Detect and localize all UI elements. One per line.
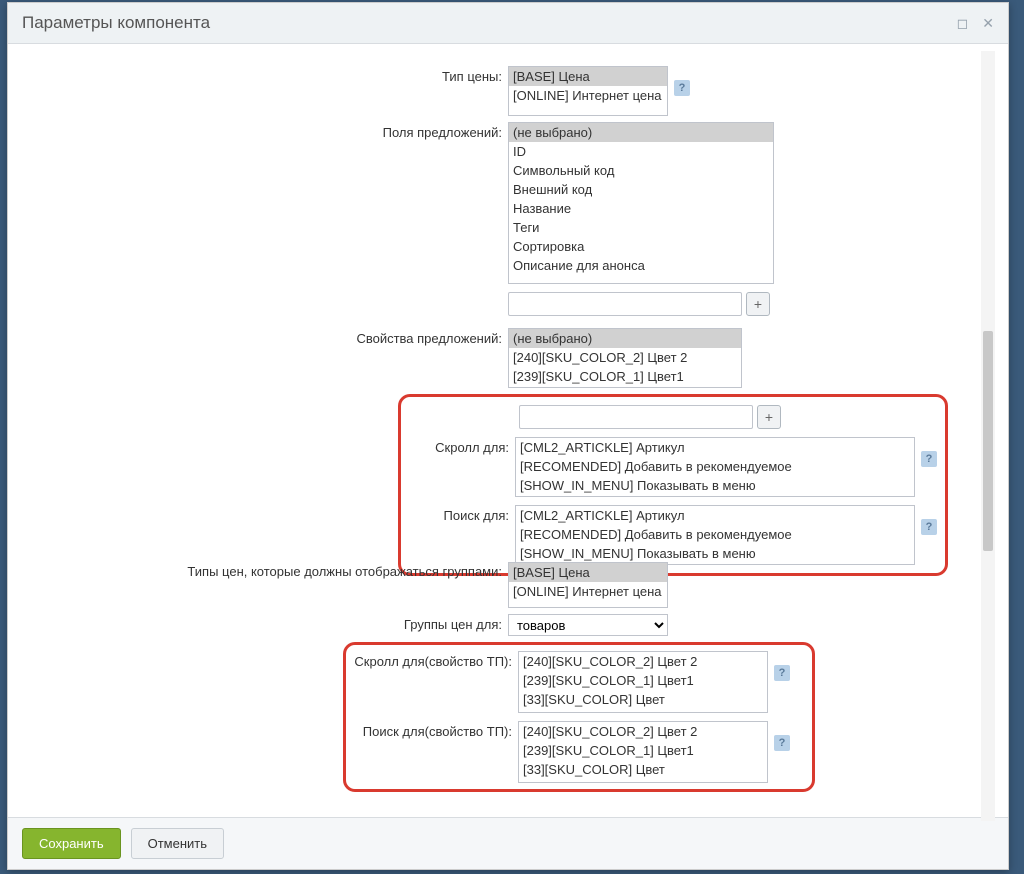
list-item[interactable]: [ONLINE] Интернет цена (509, 582, 667, 601)
label-offer-fields: Поля предложений: (18, 122, 508, 140)
row-price-groups-display: Типы цен, которые должны отображаться гр… (18, 550, 998, 608)
list-item[interactable]: (не выбрано) (509, 123, 773, 142)
label-offer-props: Свойства предложений: (18, 328, 508, 346)
component-params-dialog: Параметры компонента ◻ ✕ Тип цены: [BASE… (7, 2, 1009, 870)
list-item[interactable]: (не выбрано) (509, 329, 741, 348)
close-icon[interactable]: ✕ (982, 15, 994, 32)
select-price-groups-for[interactable]: товаров (508, 614, 668, 636)
highlight-box-2: Скролл для(свойство ТП): [240][SKU_COLOR… (343, 642, 815, 792)
help-icon[interactable]: ? (774, 665, 790, 681)
list-item[interactable]: [CML2_ARTICKLE] Артикул (516, 438, 914, 457)
dialog-header: Параметры компонента ◻ ✕ (8, 3, 1008, 44)
list-item[interactable]: [33][SKU_COLOR] Цвет (519, 760, 767, 779)
list-item[interactable]: [ONLINE] Интернет цена (509, 86, 667, 105)
list-item[interactable]: [240][SKU_COLOR_2] Цвет 2 (509, 348, 741, 367)
help-icon[interactable]: ? (921, 519, 937, 535)
select-offer-fields[interactable]: (не выбрано) ID Символьный код Внешний к… (508, 122, 774, 284)
dialog-footer: Сохранить Отменить (8, 817, 1008, 869)
label-scroll-for-tp: Скролл для(свойство ТП): (354, 651, 518, 669)
label-price-groups-for: Группы цен для: (18, 614, 508, 632)
help-icon[interactable]: ? (921, 451, 937, 467)
list-item[interactable]: [RECOMENDED] Добавить в рекомендуемое (516, 525, 914, 544)
select-price-type[interactable]: [BASE] Цена [ONLINE] Интернет цена (508, 66, 668, 116)
dialog-body: Тип цены: [BASE] Цена [ONLINE] Интернет … (8, 44, 1008, 817)
select-scroll-for-tp[interactable]: [240][SKU_COLOR_2] Цвет 2 [239][SKU_COLO… (518, 651, 768, 713)
save-button[interactable]: Сохранить (22, 828, 121, 859)
list-item[interactable]: [239][SKU_COLOR_1] Цвет1 (509, 367, 741, 386)
row-scroll-for-tp: Скролл для(свойство ТП): [240][SKU_COLOR… (354, 651, 804, 713)
maximize-icon[interactable]: ◻ (957, 15, 969, 32)
list-item[interactable]: [RECOMENDED] Добавить в рекомендуемое (516, 457, 914, 476)
label-scroll-for: Скролл для: (409, 437, 515, 455)
list-item[interactable]: Описание для анонса (509, 256, 773, 275)
dialog-scrollbar[interactable] (981, 51, 995, 821)
row-scroll-for: Скролл для: [CML2_ARTICKLE] Артикул [REC… (409, 437, 937, 497)
row-price-type: Тип цены: [BASE] Цена [ONLINE] Интернет … (18, 66, 998, 116)
list-item[interactable]: Символьный код (509, 161, 773, 180)
select-price-groups-display[interactable]: [BASE] Цена [ONLINE] Интернет цена (508, 562, 668, 608)
list-item[interactable]: [33][SKU_COLOR] Цвет (519, 690, 767, 709)
label-price-groups-display: Типы цен, которые должны отображаться гр… (18, 550, 508, 579)
list-item[interactable]: Название (509, 199, 773, 218)
offer-fields-custom-input[interactable] (508, 292, 742, 316)
select-scroll-for[interactable]: [CML2_ARTICKLE] Артикул [RECOMENDED] Доб… (515, 437, 915, 497)
list-item[interactable]: [239][SKU_COLOR_1] Цвет1 (519, 671, 767, 690)
select-offer-props[interactable]: (не выбрано) [240][SKU_COLOR_2] Цвет 2 [… (508, 328, 742, 388)
row-offer-fields: Поля предложений: (не выбрано) ID Символ… (18, 122, 998, 322)
list-item[interactable]: [239][SKU_COLOR_1] Цвет1 (519, 741, 767, 760)
row-price-groups-for: Группы цен для: товаров (18, 614, 998, 636)
list-item[interactable]: Сортировка (509, 237, 773, 256)
label-search-for: Поиск для: (409, 505, 515, 523)
help-icon[interactable]: ? (774, 735, 790, 751)
label-price-type: Тип цены: (18, 66, 508, 84)
list-item[interactable]: [240][SKU_COLOR_2] Цвет 2 (519, 652, 767, 671)
cancel-button[interactable]: Отменить (131, 828, 224, 859)
list-item[interactable]: [240][SKU_COLOR_2] Цвет 2 (519, 722, 767, 741)
offer-props-custom-input[interactable] (519, 405, 753, 429)
add-offer-prop-button[interactable]: + (757, 405, 781, 429)
row-search-for-tp: Поиск для(свойство ТП): [240][SKU_COLOR_… (354, 721, 804, 783)
label-search-for-tp: Поиск для(свойство ТП): (354, 721, 518, 739)
list-item[interactable]: [BASE] Цена (509, 563, 667, 582)
dialog-window-controls: ◻ ✕ (957, 15, 994, 32)
list-item[interactable]: [SHOW_IN_MENU] Показывать в меню (516, 476, 914, 495)
add-offer-field-button[interactable]: + (746, 292, 770, 316)
row-offer-props: Свойства предложений: (не выбрано) [240]… (18, 328, 998, 388)
highlight-box-1: + Скролл для: [CML2_ARTICKLE] Артикул [R… (398, 394, 948, 576)
list-item[interactable]: [CML2_ARTICKLE] Артикул (516, 506, 914, 525)
dialog-title: Параметры компонента (22, 13, 210, 33)
list-item[interactable]: [BASE] Цена (509, 67, 667, 86)
select-search-for-tp[interactable]: [240][SKU_COLOR_2] Цвет 2 [239][SKU_COLO… (518, 721, 768, 783)
list-item[interactable]: Теги (509, 218, 773, 237)
list-item[interactable]: Внешний код (509, 180, 773, 199)
list-item[interactable]: ID (509, 142, 773, 161)
scrollbar-thumb[interactable] (983, 331, 993, 551)
help-icon[interactable]: ? (674, 80, 690, 96)
